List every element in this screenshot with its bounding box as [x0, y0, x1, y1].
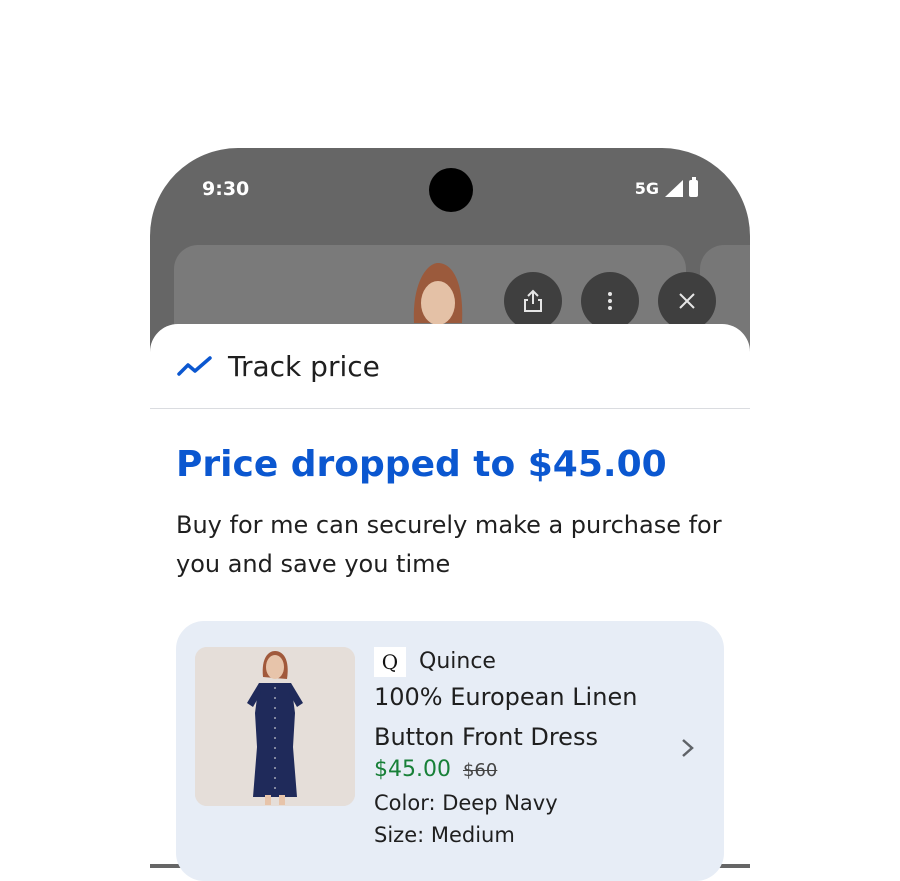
product-title: 100% European Linen Button Front Dress [374, 683, 638, 751]
current-price: $45.00 [374, 757, 451, 782]
price-trend-icon [177, 356, 212, 376]
track-price-sheet: Track price Price dropped to $45.00 Buy … [150, 324, 750, 881]
more-options-button[interactable] [581, 272, 639, 330]
status-time: 9:30 [202, 178, 250, 200]
front-camera [429, 168, 473, 212]
more-vert-icon [608, 292, 612, 310]
merchant-logo: Q [374, 647, 406, 677]
close-button[interactable] [658, 272, 716, 330]
network-label: 5G [634, 179, 659, 198]
battery-icon [689, 177, 698, 197]
product-color: Color: Deep Navy [374, 791, 558, 815]
close-icon [679, 293, 695, 309]
share-icon [524, 289, 542, 312]
sheet-title: Track price [228, 350, 380, 383]
product-card[interactable]: Q Quince 100% European Linen Button Fron… [176, 621, 724, 881]
original-price: $60 [462, 760, 498, 781]
sheet-header: Track price [150, 324, 750, 409]
price-row: $45.00 $60 [374, 757, 497, 782]
chevron-right-icon[interactable] [676, 733, 700, 763]
signal-icon [665, 180, 683, 197]
product-size: Size: Medium [374, 823, 515, 847]
status-bar-right: 5G [634, 177, 698, 198]
share-button[interactable] [504, 272, 562, 330]
price-drop-headline: Price dropped to $45.00 [176, 444, 667, 485]
buy-for-me-description: Buy for me can securely make a purchase … [176, 511, 722, 578]
product-image [195, 647, 355, 806]
merchant-name: Quince [419, 649, 496, 674]
